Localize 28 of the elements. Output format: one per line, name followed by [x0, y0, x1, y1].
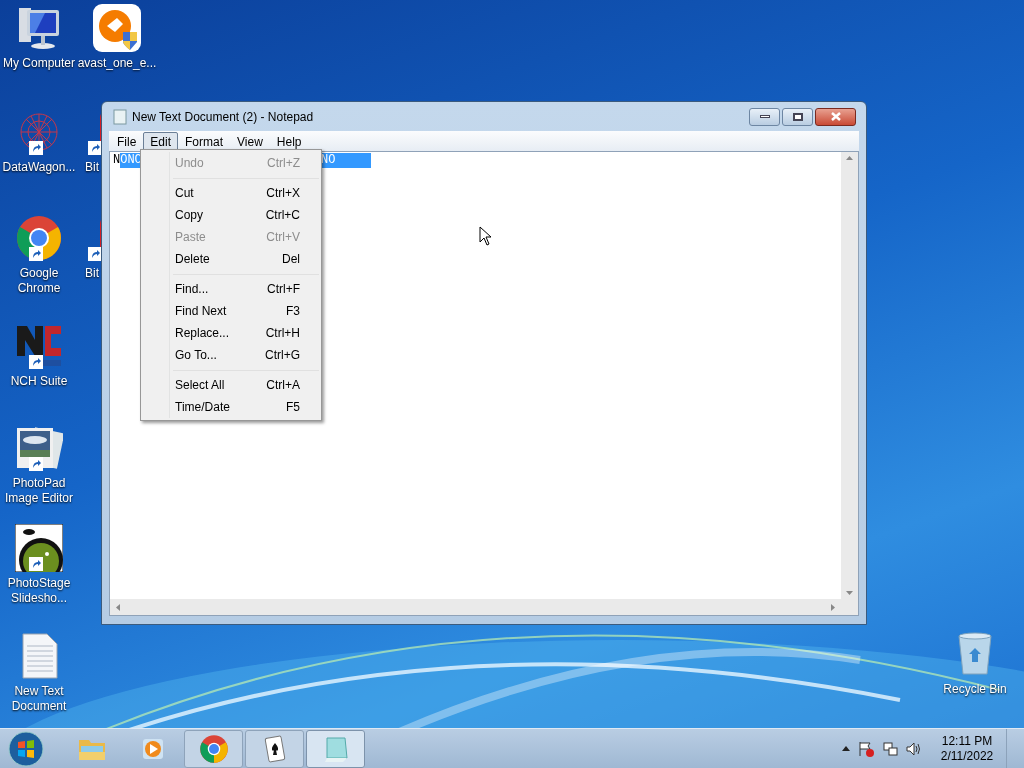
menu-item[interactable]: Time/Date F5 [143, 396, 319, 418]
menu-item[interactable]: Replace... Ctrl+H [143, 322, 319, 344]
menu-bar-item[interactable]: Help [269, 131, 309, 151]
icon-label[interactable]: NCH Suite [10, 374, 68, 389]
icon-label[interactable]: Bit [85, 160, 99, 175]
menu-item[interactable]: Select All Ctrl+A [143, 374, 319, 396]
menu-item[interactable]: Cut Ctrl+X [143, 182, 319, 204]
clock-time[interactable]: 12:11 PM [941, 733, 993, 749]
icon-label[interactable]: PhotoPad Image Editor [0, 476, 78, 506]
clock-date[interactable]: 2/11/2022 [940, 748, 994, 764]
menu-item[interactable]: Find... Ctrl+F [143, 278, 319, 300]
icon-label[interactable]: avast_one_e... [77, 56, 157, 71]
menu-item[interactable]: Go To... Ctrl+G [143, 344, 319, 366]
icon-label[interactable]: New Text Document [0, 684, 78, 714]
text-content: N [113, 153, 121, 168]
icon-label[interactable]: Google Chrome [0, 266, 78, 296]
menu-item[interactable]: Delete Del [143, 248, 319, 270]
icon-label[interactable]: PhotoStage Slidesho... [0, 576, 78, 606]
menu-bar-item[interactable]: File [110, 131, 144, 151]
window-title: New Text Document (2) - Notepad [132, 108, 314, 126]
menu-item[interactable]: Copy Ctrl+C [143, 204, 319, 226]
menu-item[interactable]: Find Next F3 [143, 300, 319, 322]
menu-bar-item[interactable]: View [230, 131, 270, 151]
menu-bar-item[interactable]: Format [178, 131, 231, 151]
icon-label[interactable]: My Computer [3, 56, 75, 71]
icon-label[interactable]: Bit [85, 266, 99, 281]
selected-text: NO [321, 153, 336, 167]
icon-label[interactable]: DataWagon... [2, 160, 76, 175]
